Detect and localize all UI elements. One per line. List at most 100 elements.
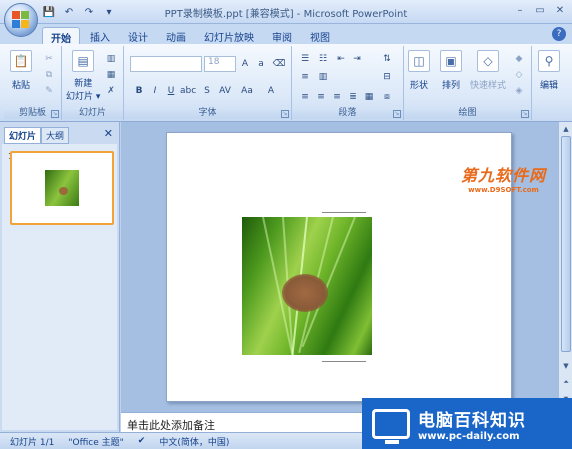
window-controls: – ▭ ✕	[512, 3, 568, 18]
office-logo-icon	[12, 11, 30, 29]
monitor-icon	[372, 408, 410, 444]
scroll-down-icon[interactable]: ▼	[560, 360, 572, 372]
quick-access-toolbar: 💾 ↶ ↷ ▾	[42, 5, 116, 19]
strikethrough-icon[interactable]: abc	[180, 84, 196, 98]
align-center-icon[interactable]: ≡	[314, 90, 328, 104]
spellcheck-icon[interactable]: ✔	[138, 436, 146, 446]
drawing-launcher-icon[interactable]: ↘	[521, 110, 529, 118]
reset-icon[interactable]: ▦	[104, 68, 118, 81]
minimize-button[interactable]: –	[512, 3, 528, 18]
group-paragraph: ☰ ☷ ⇤ ⇥ ⇅ ≡ ▥ ⊟ ≡ ≡ ≡ ≣ ▦ ⧈ 段落 ↘	[292, 46, 404, 120]
font-size-box[interactable]: 18	[204, 56, 236, 72]
customize-qat-icon[interactable]: ▾	[102, 5, 116, 19]
bold-icon[interactable]: B	[132, 84, 146, 98]
bullets-icon[interactable]: ☰	[298, 52, 312, 66]
new-slide-label-2: 幻灯片 ▾	[66, 92, 101, 102]
align-text-icon[interactable]: ⊟	[380, 70, 394, 84]
thumbnail-leaf-spot	[59, 187, 68, 195]
decor-line-bottom	[322, 361, 366, 362]
notes-placeholder: 单击此处添加备注	[127, 419, 215, 432]
scroll-thumb[interactable]	[561, 136, 571, 352]
scroll-up-icon[interactable]: ▲	[560, 123, 572, 135]
quick-styles-icon: ◇	[477, 50, 499, 72]
decor-line-top	[322, 212, 366, 213]
copy-icon[interactable]: ⧉	[42, 68, 56, 81]
office-button[interactable]	[4, 3, 38, 37]
font-name-box[interactable]	[130, 56, 202, 72]
tab-review[interactable]: 审阅	[264, 27, 300, 44]
editing-button[interactable]: ⚲ 编辑	[538, 50, 560, 91]
group-slides: ▤ 新建 幻灯片 ▾ ▥ ▦ ✗ 幻灯片	[62, 46, 124, 120]
slide-editor: 第九软件网 www.D9SOFT.com	[121, 122, 558, 412]
tab-animations[interactable]: 动画	[158, 27, 194, 44]
smartart-icon[interactable]: ⧈	[380, 90, 394, 104]
decrease-indent-icon[interactable]: ⇤	[334, 52, 348, 66]
vertical-scrollbar[interactable]: ▲ ▼ ⏶ ⏷	[558, 122, 572, 412]
panel-close-icon[interactable]: ✕	[104, 127, 113, 140]
justify-icon[interactable]: ≣	[346, 90, 360, 104]
leaf-image[interactable]	[242, 217, 372, 355]
status-language[interactable]: 中文(简体，中国)	[159, 435, 229, 448]
grow-font-icon[interactable]: A	[238, 57, 252, 71]
font-color-icon[interactable]: A	[264, 84, 278, 98]
shape-effects-icon[interactable]: ◈	[512, 84, 526, 97]
leaf-spot	[282, 274, 328, 312]
paste-button[interactable]: 📋 粘贴	[10, 50, 32, 91]
group-label-drawing: 绘图	[404, 107, 531, 119]
slide-thumbnail[interactable]	[10, 151, 114, 225]
increase-indent-icon[interactable]: ⇥	[350, 52, 364, 66]
tab-insert[interactable]: 插入	[82, 27, 118, 44]
char-spacing-icon[interactable]: AV	[218, 84, 232, 98]
quick-styles-button[interactable]: ◇ 快速样式	[470, 50, 506, 91]
shapes-label: 形状	[409, 81, 428, 91]
shadow-icon[interactable]: S	[200, 84, 214, 98]
font-launcher-icon[interactable]: ↘	[281, 110, 289, 118]
line-spacing-icon[interactable]: ≡	[298, 70, 312, 84]
redo-icon[interactable]: ↷	[82, 5, 96, 19]
align-right-icon[interactable]: ≡	[330, 90, 344, 104]
change-case-icon[interactable]: Aa	[240, 84, 254, 98]
cut-icon[interactable]: ✂	[42, 52, 56, 65]
delete-slide-icon[interactable]: ✗	[104, 84, 118, 97]
tab-home[interactable]: 开始	[42, 27, 80, 45]
align-left-icon[interactable]: ≡	[298, 90, 312, 104]
prev-slide-icon[interactable]: ⏶	[560, 376, 572, 388]
help-icon[interactable]: ?	[552, 27, 566, 41]
format-painter-icon[interactable]: ✎	[42, 84, 56, 97]
brand-badge: 电脑百科知识 www.pc-daily.com	[362, 398, 572, 449]
shapes-icon: ◫	[408, 50, 430, 72]
distribute-icon[interactable]: ▦	[362, 90, 376, 104]
save-icon[interactable]: 💾	[42, 5, 56, 19]
text-direction-icon[interactable]: ⇅	[380, 52, 394, 66]
undo-icon[interactable]: ↶	[62, 5, 76, 19]
group-font: 18 A a ⌫ B I U abc S AV Aa A 字体 ↘	[124, 46, 292, 120]
layout-icon[interactable]: ▥	[104, 52, 118, 65]
shape-outline-icon[interactable]: ◇	[512, 68, 526, 81]
tab-view[interactable]: 视图	[302, 27, 338, 44]
clear-format-icon[interactable]: ⌫	[272, 57, 286, 71]
tab-slideshow[interactable]: 幻灯片放映	[196, 27, 262, 44]
italic-icon[interactable]: I	[148, 84, 162, 98]
arrange-label: 排列	[441, 81, 460, 91]
badge-title: 电脑百科知识	[418, 410, 526, 431]
tab-slides-panel[interactable]: 幻灯片	[4, 127, 42, 144]
badge-url: www.pc-daily.com	[418, 430, 520, 442]
shapes-button[interactable]: ◫ 形状	[408, 50, 430, 91]
arrange-button[interactable]: ▣ 排列	[440, 50, 462, 91]
numbering-icon[interactable]: ☷	[316, 52, 330, 66]
slide-thumbnails: 1	[2, 144, 117, 430]
paragraph-launcher-icon[interactable]: ↘	[393, 110, 401, 118]
tab-outline-panel[interactable]: 大纲	[41, 127, 70, 144]
tab-design[interactable]: 设计	[120, 27, 156, 44]
shrink-font-icon[interactable]: a	[254, 57, 268, 71]
new-slide-button[interactable]: ▤ 新建 幻灯片 ▾	[66, 50, 100, 102]
clipboard-launcher-icon[interactable]: ↘	[51, 110, 59, 118]
underline-icon[interactable]: U	[164, 84, 178, 98]
watermark-url: www.D9SOFT.com	[468, 186, 539, 194]
close-button[interactable]: ✕	[552, 3, 568, 18]
clipboard-icon: 📋	[10, 50, 32, 72]
columns-icon[interactable]: ▥	[316, 70, 330, 84]
restore-button[interactable]: ▭	[532, 3, 548, 18]
slides-panel: 幻灯片 大纲 ✕ 1	[0, 122, 120, 432]
shape-fill-icon[interactable]: ◆	[512, 52, 526, 65]
